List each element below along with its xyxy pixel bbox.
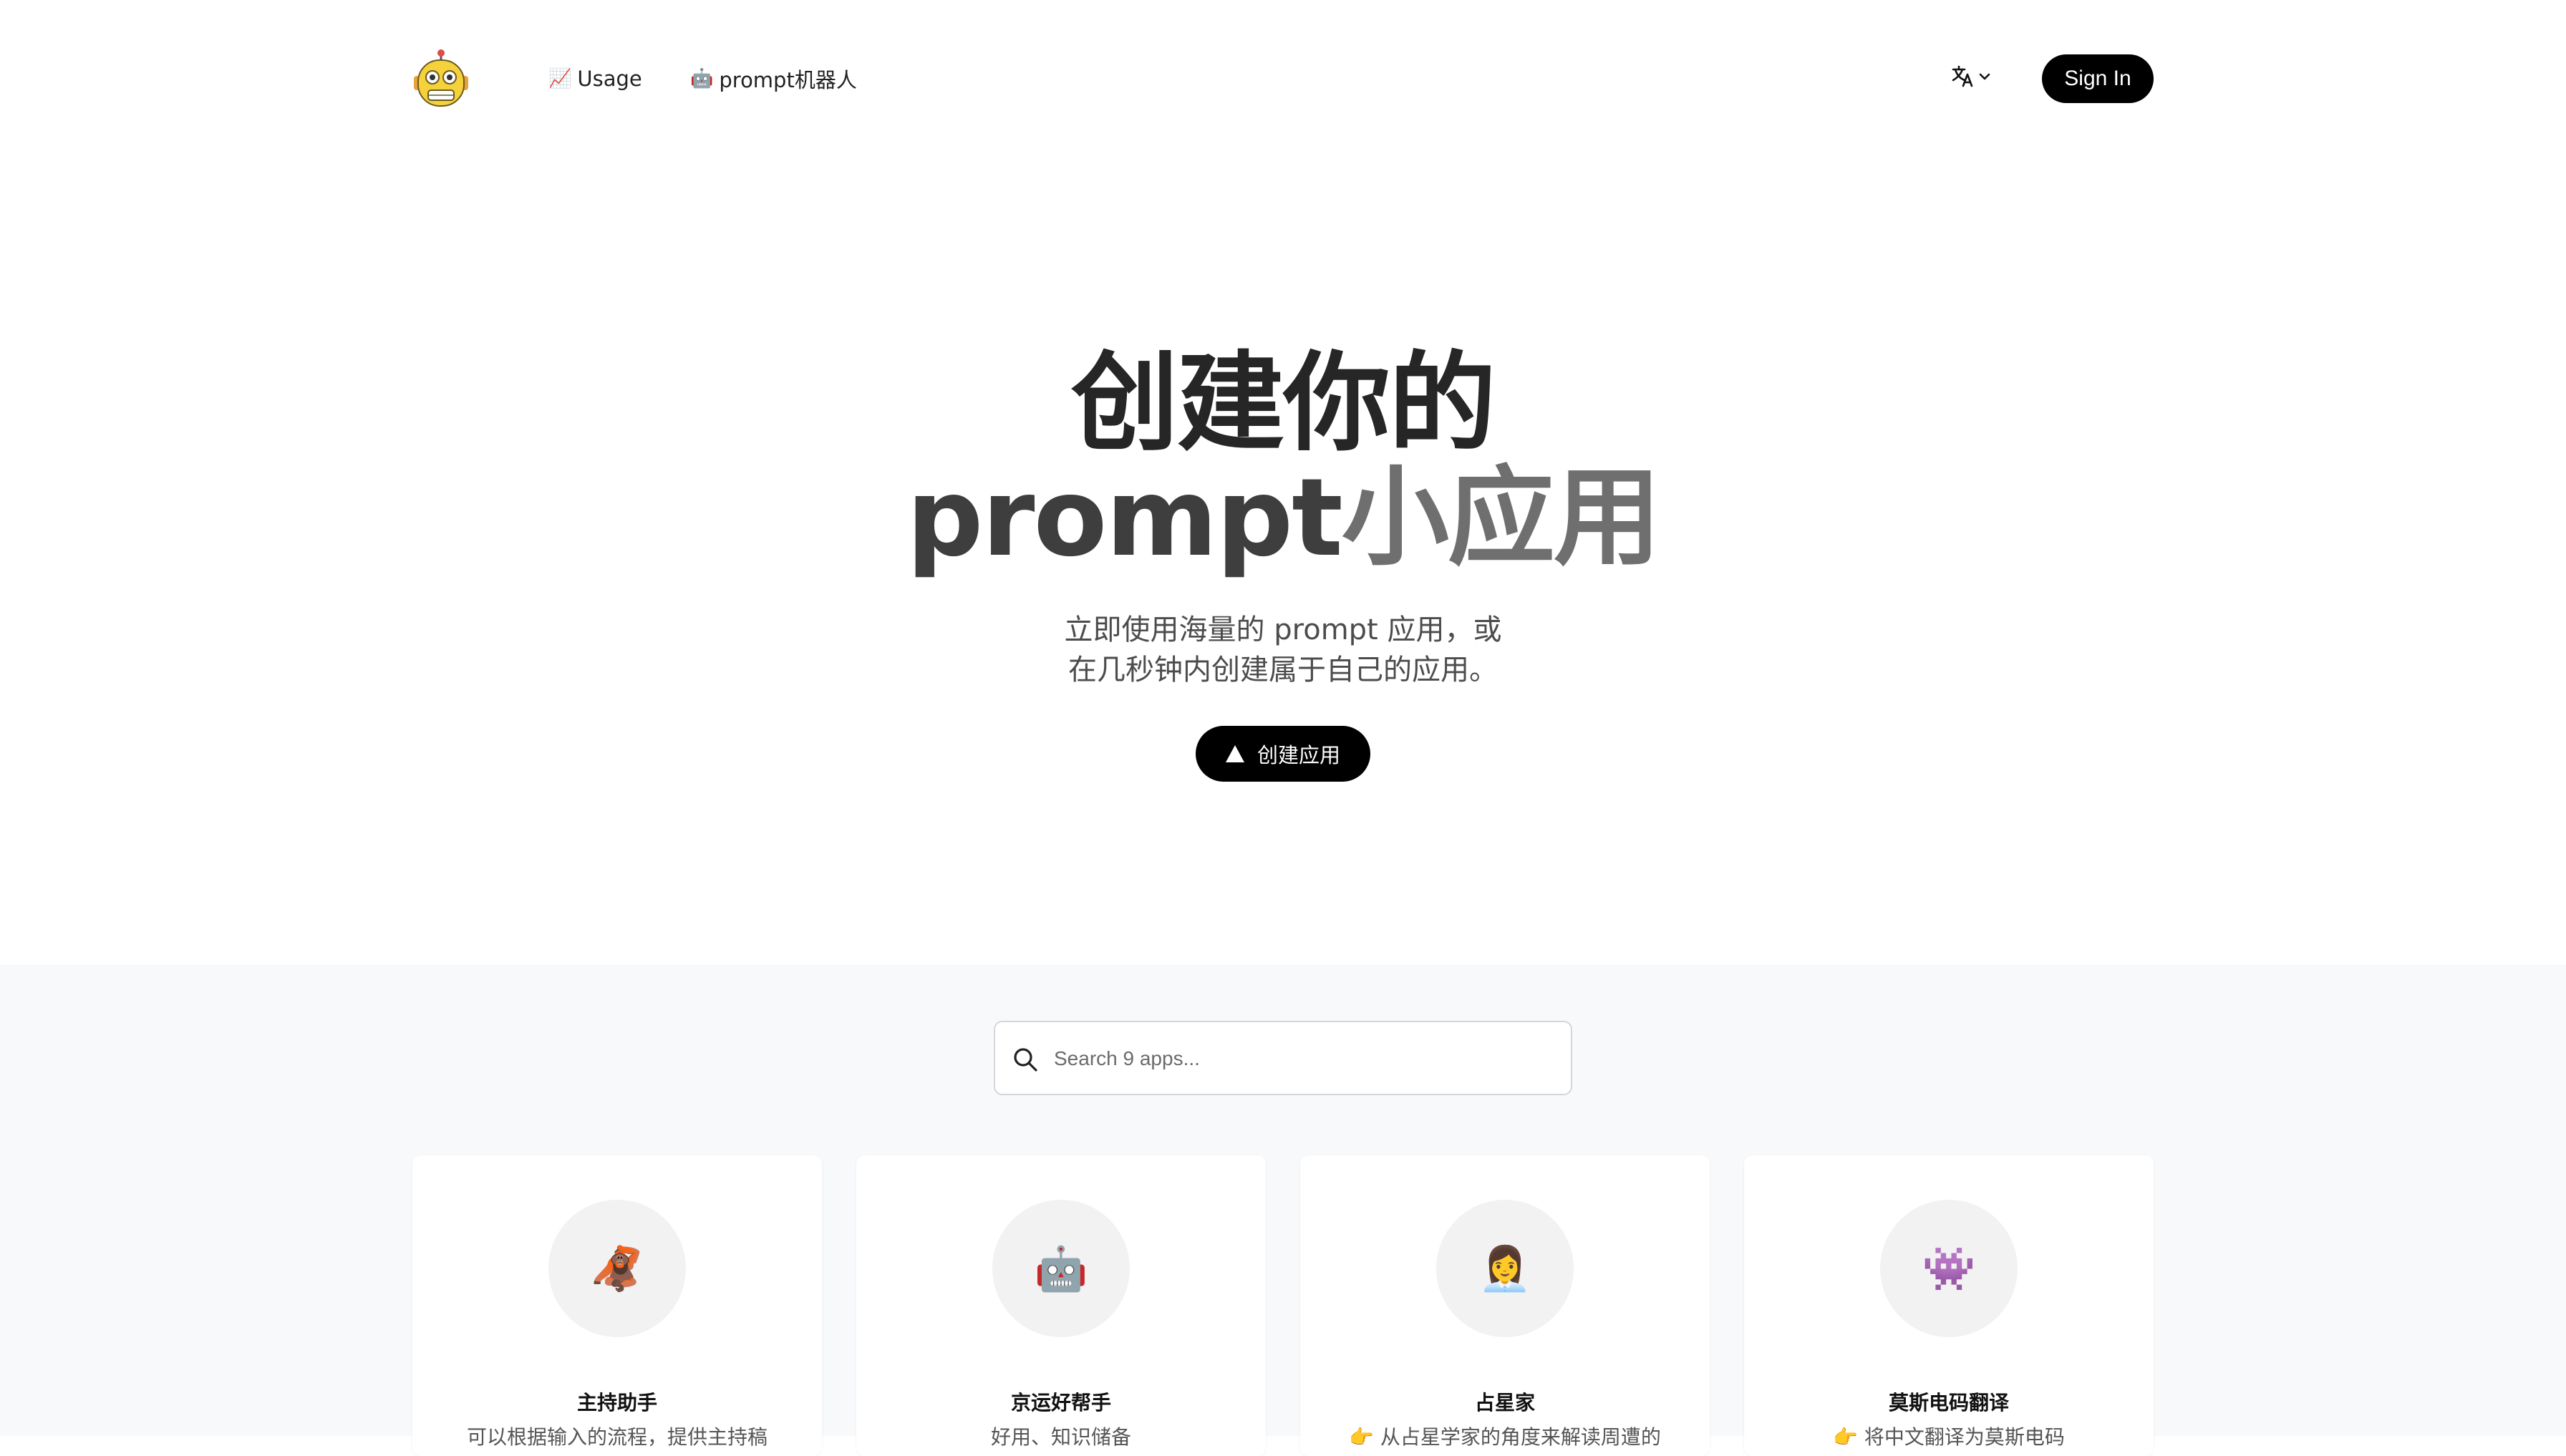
app-card[interactable]: 👾 莫斯电码翻译 👉 将中文翻译为莫斯电码 xyxy=(1744,1155,2154,1456)
hero-subtitle: 立即使用海量的 prompt 应用，或 在几秒钟内创建属于自己的应用。 xyxy=(925,610,1641,690)
search-icon xyxy=(1014,1048,1037,1072)
app-card[interactable]: 🤖 京运好帮手 好用、知识储备 xyxy=(856,1155,1266,1456)
nav-usage-link[interactable]: 📈 Usage xyxy=(548,64,642,93)
chart-icon: 📈 xyxy=(548,68,572,89)
triangle-icon xyxy=(1225,745,1244,762)
app-card-title: 莫斯电码翻译 xyxy=(1888,1391,2009,1414)
search-input[interactable] xyxy=(1052,1022,1556,1095)
robot-icon: 🤖 xyxy=(690,68,714,89)
nav-usage-label: Usage xyxy=(577,67,642,91)
create-app-label: 创建应用 xyxy=(1257,744,1340,767)
alien-monster-icon: 👾 xyxy=(1880,1200,2018,1337)
hero-title: 创建你的 prompt小应用 xyxy=(853,346,1713,576)
app-card[interactable]: 👩‍💼 占星家 👉 从占星学家的角度来解读周遭的 xyxy=(1300,1155,1710,1456)
language-switcher[interactable] xyxy=(1950,63,1995,90)
app-card-description: 👉 从占星学家的角度来解读周遭的 xyxy=(1349,1425,1661,1449)
woman-office-worker-icon: 👩‍💼 xyxy=(1436,1200,1574,1337)
hero-title-line-2: prompt小应用 xyxy=(853,461,1713,576)
chevron-down-icon xyxy=(1979,73,1990,80)
hero-title-line-1: 创建你的 xyxy=(1070,341,1496,466)
app-card-description: 可以根据输入的流程，提供主持稿 xyxy=(466,1425,768,1449)
hero-title-prompt: prompt xyxy=(906,456,1343,581)
create-app-button[interactable]: 创建应用 xyxy=(1196,726,1370,782)
app-card-description: 👉 将中文翻译为莫斯电码 xyxy=(1833,1425,2065,1449)
app-card-title: 京运好帮手 xyxy=(1010,1391,1111,1414)
app-card-title: 主持助手 xyxy=(576,1391,657,1414)
app-card-title: 占星家 xyxy=(1474,1391,1535,1414)
robot-logo-icon[interactable] xyxy=(412,49,470,109)
hero-title-small-app: 小应用 xyxy=(1341,456,1661,581)
hero-section: 创建你的 prompt小应用 立即使用海量的 prompt 应用，或 在几秒钟内… xyxy=(0,157,2566,965)
apps-section: 🦧 主持助手 可以根据输入的流程，提供主持稿 🤖 京运好帮手 好用、知识储备 👩… xyxy=(0,965,2566,1456)
search-box[interactable] xyxy=(994,1021,1572,1095)
nav-prompt-robot-link[interactable]: 🤖 prompt机器人 xyxy=(690,64,857,93)
robot-icon: 🤖 xyxy=(992,1200,1130,1337)
nav-prompt-robot-label: prompt机器人 xyxy=(719,68,857,92)
translate-icon xyxy=(1952,65,1990,87)
sign-in-button[interactable]: Sign In xyxy=(2042,54,2154,103)
hero-subtitle-line-1: 立即使用海量的 prompt 应用，或 xyxy=(1064,613,1502,646)
app-card-description: 好用、知识储备 xyxy=(990,1425,1131,1449)
top-navigation-bar: 📈 Usage 🤖 prompt机器人 Sign In xyxy=(0,0,2566,157)
orangutan-icon: 🦧 xyxy=(548,1200,686,1337)
app-card[interactable]: 🦧 主持助手 可以根据输入的流程，提供主持稿 xyxy=(412,1155,822,1456)
hero-subtitle-line-2: 在几秒钟内创建属于自己的应用。 xyxy=(1068,654,1498,686)
